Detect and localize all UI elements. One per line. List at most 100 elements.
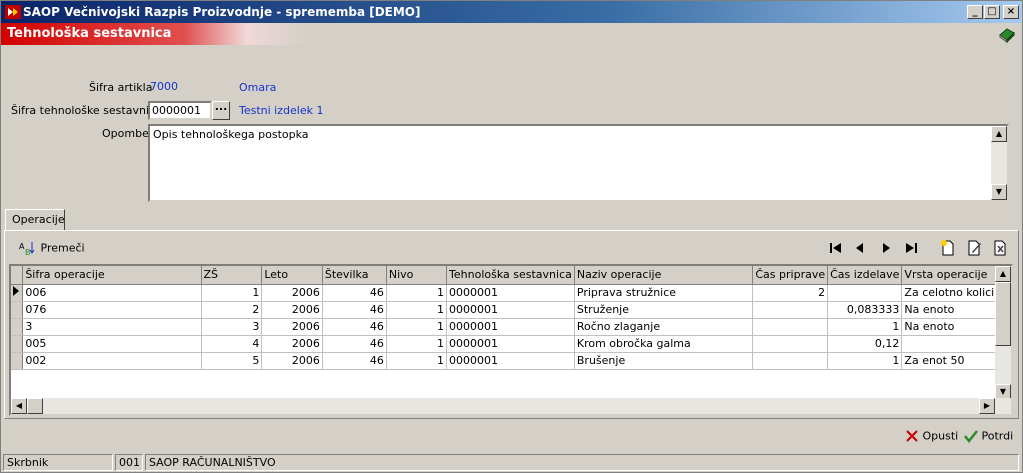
table-cell[interactable]: 0000001	[446, 352, 575, 370]
table-cell[interactable]: 0000001	[446, 318, 575, 336]
tab-operacije[interactable]: Operacije	[5, 209, 65, 231]
sestavnica-input[interactable]: 0000001	[148, 101, 212, 120]
close-button[interactable]: ×	[1003, 5, 1019, 19]
table-row[interactable]: 005 4 2006 46 1 0000001 Krom obročka galma 0,12	[11, 335, 1011, 353]
row-indicator[interactable]	[11, 352, 24, 370]
operations-grid[interactable]: Šifra operacije ZŠ Leto Številka Nivo Te…	[9, 264, 1013, 416]
maximize-button[interactable]: □	[984, 5, 1000, 19]
table-cell[interactable]: 1	[386, 318, 448, 336]
table-cell[interactable]	[752, 335, 829, 353]
col-header[interactable]: Čas izdelave	[827, 266, 903, 285]
table-cell[interactable]: 2	[201, 301, 263, 319]
table-row[interactable]: 3 3 2006 46 1 0000001 Ročno zlaganje 1 Na enoto	[11, 318, 1011, 336]
sifra-artikla-label: Šifra artikla	[89, 81, 153, 94]
table-cell[interactable]: 2006	[261, 318, 323, 336]
scroll-thumb[interactable]	[27, 398, 43, 414]
table-cell[interactable]: 46	[322, 318, 387, 336]
table-cell[interactable]: 3	[201, 318, 263, 336]
delete-record-icon[interactable]	[990, 238, 1010, 258]
scroll-up-icon[interactable]: ▲	[991, 126, 1007, 142]
next-record-icon[interactable]	[876, 238, 896, 258]
table-cell[interactable]: 0,12	[827, 335, 903, 353]
table-cell[interactable]: Krom obročka galma	[574, 335, 754, 353]
table-cell[interactable]: 1	[386, 335, 448, 353]
row-indicator[interactable]	[11, 335, 24, 353]
minimize-button[interactable]: _	[967, 5, 983, 19]
table-cell[interactable]: 2006	[261, 352, 323, 370]
table-cell[interactable]: 46	[322, 352, 387, 370]
table-cell[interactable]: 2006	[261, 335, 323, 353]
first-record-icon[interactable]	[826, 238, 846, 258]
table-cell[interactable]: 006	[22, 284, 202, 302]
col-header[interactable]: Šifra operacije	[22, 266, 202, 285]
browse-button[interactable]: ...	[212, 101, 230, 120]
table-cell[interactable]: 0,083333	[827, 301, 903, 319]
table-cell[interactable]: 2006	[261, 284, 323, 302]
opombe-textarea[interactable]: Opis tehnološkega postopka ▲ ▼	[148, 124, 1009, 202]
table-row[interactable]: 006 1 2006 46 1 0000001 Priprava stružnice 2 Za …	[11, 284, 1011, 302]
table-cell[interactable]: Brušenje	[574, 352, 754, 370]
new-record-icon[interactable]	[938, 238, 958, 258]
grid-horizontal-scrollbar[interactable]: ◀ ▶	[11, 398, 1011, 414]
app-icon	[5, 5, 21, 19]
premeci-button[interactable]: A B Premeči	[19, 240, 85, 258]
confirm-button[interactable]: Potrdi	[964, 429, 1014, 444]
cancel-label: Opusti	[922, 429, 959, 443]
table-cell[interactable]: Ročno zlaganje	[574, 318, 754, 336]
scroll-left-icon[interactable]: ◀	[11, 398, 27, 414]
col-header[interactable]: Čas priprave	[752, 266, 829, 285]
table-cell[interactable]: 1	[201, 284, 263, 302]
table-cell[interactable]	[827, 284, 903, 302]
title-bar[interactable]: SAOP Večnivojski Razpis Proizvodnje - sp…	[1, 1, 1022, 23]
table-cell[interactable]	[752, 352, 829, 370]
scroll-thumb[interactable]	[995, 282, 1011, 346]
table-cell[interactable]: 5	[201, 352, 263, 370]
edit-record-icon[interactable]	[964, 238, 984, 258]
table-cell[interactable]: 0000001	[446, 284, 575, 302]
table-cell[interactable]	[752, 318, 829, 336]
table-cell[interactable]: 0000001	[446, 301, 575, 319]
row-indicator[interactable]	[11, 284, 24, 302]
col-header[interactable]: Naziv operacije	[574, 266, 754, 285]
table-row[interactable]: 076 2 2006 46 1 0000001 Struženje 0,083333 Na en…	[11, 301, 1011, 319]
last-record-icon[interactable]	[901, 238, 921, 258]
table-cell[interactable]: Struženje	[574, 301, 754, 319]
table-cell[interactable]: 1	[827, 318, 903, 336]
table-cell[interactable]: 4	[201, 335, 263, 353]
cancel-button[interactable]: Opusti	[905, 429, 958, 443]
sestavnica-input-value: 0000001	[152, 104, 201, 117]
table-cell[interactable]: 46	[322, 301, 387, 319]
scroll-right-icon[interactable]: ▶	[979, 398, 995, 414]
table-cell[interactable]: Priprava stružnice	[574, 284, 754, 302]
table-cell[interactable]: 1	[386, 352, 448, 370]
table-cell[interactable]: 2006	[261, 301, 323, 319]
confirm-label: Potrdi	[981, 429, 1014, 443]
col-header[interactable]: Tehnološka sestavnica	[446, 266, 575, 285]
row-indicator[interactable]	[11, 301, 24, 319]
grid-vertical-scrollbar[interactable]: ▲ ▼	[995, 266, 1011, 400]
table-cell[interactable]: 46	[322, 284, 387, 302]
table-cell[interactable]: 46	[322, 335, 387, 353]
table-cell[interactable]: 1	[827, 352, 903, 370]
table-cell[interactable]: 0000001	[446, 335, 575, 353]
table-cell[interactable]: 1	[386, 284, 448, 302]
table-cell[interactable]: 3	[22, 318, 202, 336]
book-icon[interactable]	[998, 25, 1016, 43]
table-cell[interactable]: 076	[22, 301, 202, 319]
table-cell[interactable]: 2	[752, 284, 829, 302]
row-indicator[interactable]	[11, 318, 24, 336]
table-cell[interactable]: 002	[22, 352, 202, 370]
previous-record-icon[interactable]	[850, 238, 870, 258]
table-cell[interactable]	[752, 301, 829, 319]
table-row[interactable]: 002 5 2006 46 1 0000001 Brušenje 1 Za enot 50	[11, 352, 1011, 370]
col-header[interactable]: Številka	[322, 266, 387, 285]
col-header[interactable]: Nivo	[386, 266, 448, 285]
scroll-up-icon[interactable]: ▲	[995, 266, 1011, 282]
status-company-code: 001	[115, 454, 143, 471]
table-cell[interactable]: 1	[386, 301, 448, 319]
col-header[interactable]: ZŠ	[201, 266, 263, 285]
col-header[interactable]: Leto	[261, 266, 323, 285]
table-cell[interactable]: 005	[22, 335, 202, 353]
opombe-scrollbar[interactable]: ▲ ▼	[991, 126, 1007, 200]
scroll-down-icon[interactable]: ▼	[991, 184, 1007, 200]
